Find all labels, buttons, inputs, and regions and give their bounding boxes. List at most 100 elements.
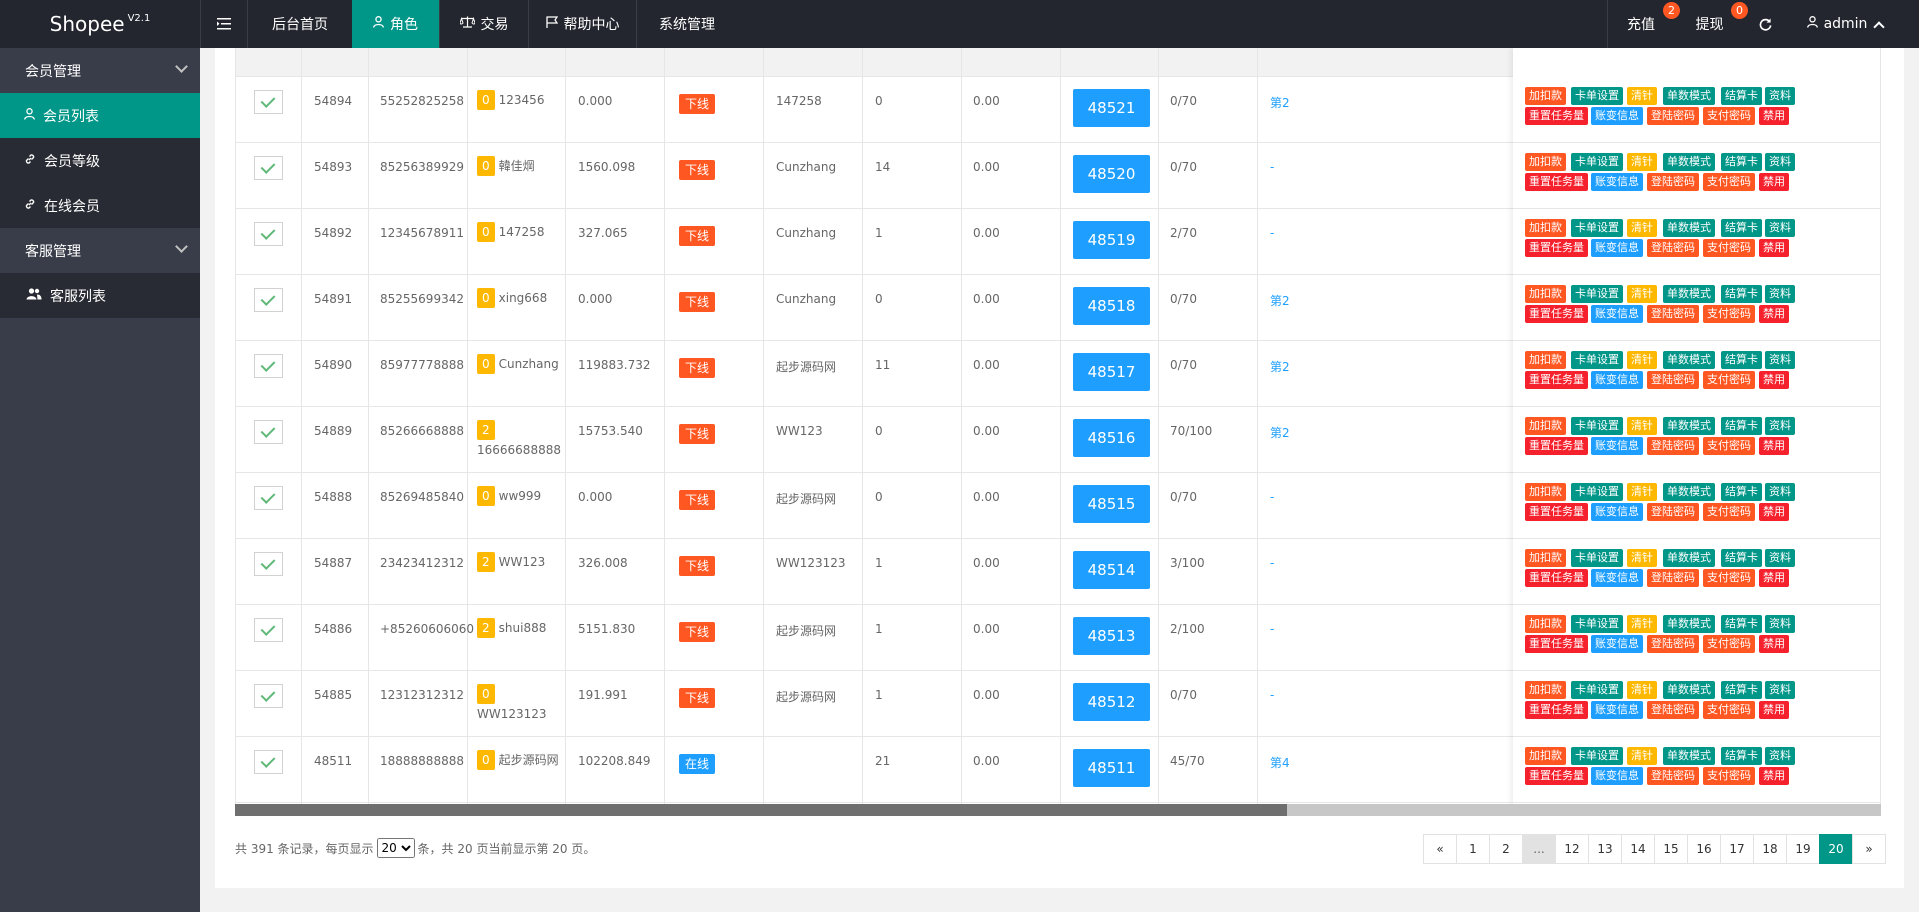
op-button[interactable]: 加扣款 — [1525, 219, 1566, 237]
op-button[interactable]: 账变信息 — [1591, 173, 1643, 191]
op-button[interactable]: 支付密码 — [1703, 173, 1755, 191]
op-button[interactable]: 登陆密码 — [1647, 239, 1699, 257]
op-button[interactable]: 禁用 — [1759, 503, 1789, 521]
refresh-icon[interactable] — [1745, 0, 1785, 48]
op-button[interactable]: 禁用 — [1759, 701, 1789, 719]
op-button[interactable]: 加扣款 — [1525, 747, 1566, 765]
op-button[interactable]: 资料 — [1765, 549, 1795, 567]
op-button[interactable]: 卡单设置 — [1571, 549, 1623, 567]
member-code-button[interactable]: 48518 — [1073, 287, 1150, 325]
op-button[interactable]: 清针 — [1627, 681, 1657, 699]
member-extra-link[interactable]: 第4 — [1270, 754, 1290, 771]
row-checkbox[interactable] — [254, 552, 283, 576]
op-button[interactable]: 禁用 — [1759, 635, 1789, 653]
pager-page[interactable]: 20 — [1819, 834, 1853, 864]
op-button[interactable]: 加扣款 — [1525, 549, 1566, 567]
member-extra-link[interactable]: 第2 — [1270, 358, 1290, 375]
op-button[interactable]: 加扣款 — [1525, 153, 1566, 171]
row-checkbox[interactable] — [254, 90, 283, 114]
op-button[interactable]: 结算卡 — [1721, 351, 1762, 369]
op-button[interactable]: 卡单设置 — [1571, 87, 1623, 105]
pager-page[interactable]: 2 — [1489, 834, 1523, 864]
op-button[interactable]: 登陆密码 — [1647, 437, 1699, 455]
op-button[interactable]: 支付密码 — [1703, 305, 1755, 323]
op-button[interactable]: 支付密码 — [1703, 569, 1755, 587]
op-button[interactable]: 单数模式 — [1663, 615, 1715, 633]
pager-page[interactable]: 13 — [1588, 834, 1622, 864]
op-button[interactable]: 登陆密码 — [1647, 107, 1699, 125]
pager-page[interactable]: ... — [1522, 834, 1556, 864]
op-button[interactable]: 单数模式 — [1663, 483, 1715, 501]
op-button[interactable]: 清针 — [1627, 417, 1657, 435]
admin-menu[interactable]: admin — [1785, 0, 1905, 48]
scrollbar-thumb[interactable] — [235, 804, 1287, 816]
op-button[interactable]: 账变信息 — [1591, 437, 1643, 455]
op-button[interactable]: 账变信息 — [1591, 371, 1643, 389]
op-button[interactable]: 结算卡 — [1721, 285, 1762, 303]
op-button[interactable]: 重置任务量 — [1525, 173, 1588, 191]
op-button[interactable]: 重置任务量 — [1525, 107, 1588, 125]
op-button[interactable]: 加扣款 — [1525, 681, 1566, 699]
topnav-item-2[interactable]: 交易 — [439, 0, 528, 48]
op-button[interactable]: 单数模式 — [1663, 747, 1715, 765]
member-extra-link[interactable]: - — [1270, 688, 1274, 702]
row-checkbox[interactable] — [254, 618, 283, 642]
op-button[interactable]: 登陆密码 — [1647, 767, 1699, 785]
op-button[interactable]: 登陆密码 — [1647, 701, 1699, 719]
op-button[interactable]: 清针 — [1627, 219, 1657, 237]
op-button[interactable]: 资料 — [1765, 87, 1795, 105]
op-button[interactable]: 账变信息 — [1591, 503, 1643, 521]
op-button[interactable]: 结算卡 — [1721, 219, 1762, 237]
member-code-button[interactable]: 48517 — [1073, 353, 1150, 391]
op-button[interactable]: 禁用 — [1759, 239, 1789, 257]
op-button[interactable]: 结算卡 — [1721, 483, 1762, 501]
row-checkbox[interactable] — [254, 684, 283, 708]
op-button[interactable]: 支付密码 — [1703, 503, 1755, 521]
op-button[interactable]: 账变信息 — [1591, 701, 1643, 719]
op-button[interactable]: 禁用 — [1759, 437, 1789, 455]
op-button[interactable]: 加扣款 — [1525, 483, 1566, 501]
member-extra-link[interactable]: - — [1270, 556, 1274, 570]
op-button[interactable]: 禁用 — [1759, 305, 1789, 323]
op-button[interactable]: 重置任务量 — [1525, 437, 1588, 455]
topnav-item-3[interactable]: 帮助中心 — [528, 0, 636, 48]
topnav-item-4[interactable]: 系统管理 — [636, 0, 737, 48]
op-button[interactable]: 登陆密码 — [1647, 305, 1699, 323]
menu-fold-icon[interactable] — [200, 0, 247, 48]
op-button[interactable]: 单数模式 — [1663, 351, 1715, 369]
row-checkbox[interactable] — [254, 420, 283, 444]
op-button[interactable]: 资料 — [1765, 681, 1795, 699]
op-button[interactable]: 单数模式 — [1663, 87, 1715, 105]
op-button[interactable]: 支付密码 — [1703, 371, 1755, 389]
op-button[interactable]: 登陆密码 — [1647, 371, 1699, 389]
recharge-button[interactable]: 充值 2 — [1607, 0, 1680, 48]
op-button[interactable]: 资料 — [1765, 153, 1795, 171]
member-extra-link[interactable]: 第2 — [1270, 424, 1290, 441]
op-button[interactable]: 账变信息 — [1591, 569, 1643, 587]
op-button[interactable]: 登陆密码 — [1647, 503, 1699, 521]
member-code-button[interactable]: 48515 — [1073, 485, 1150, 523]
op-button[interactable]: 结算卡 — [1721, 153, 1762, 171]
op-button[interactable]: 重置任务量 — [1525, 305, 1588, 323]
op-button[interactable]: 账变信息 — [1591, 305, 1643, 323]
op-button[interactable]: 重置任务量 — [1525, 569, 1588, 587]
op-button[interactable]: 清针 — [1627, 747, 1657, 765]
op-button[interactable]: 加扣款 — [1525, 615, 1566, 633]
op-button[interactable]: 重置任务量 — [1525, 767, 1588, 785]
op-button[interactable]: 加扣款 — [1525, 417, 1566, 435]
op-button[interactable]: 资料 — [1765, 285, 1795, 303]
member-code-button[interactable]: 48511 — [1073, 749, 1150, 787]
pager-page[interactable]: 1 — [1456, 834, 1490, 864]
op-button[interactable]: 结算卡 — [1721, 549, 1762, 567]
op-button[interactable]: 结算卡 — [1721, 681, 1762, 699]
op-button[interactable]: 卡单设置 — [1571, 483, 1623, 501]
op-button[interactable]: 禁用 — [1759, 107, 1789, 125]
op-button[interactable]: 禁用 — [1759, 767, 1789, 785]
op-button[interactable]: 加扣款 — [1525, 351, 1566, 369]
op-button[interactable]: 加扣款 — [1525, 285, 1566, 303]
op-button[interactable]: 登陆密码 — [1647, 569, 1699, 587]
row-checkbox[interactable] — [254, 288, 283, 312]
pager-page[interactable]: 18 — [1753, 834, 1787, 864]
pager-page[interactable]: 16 — [1687, 834, 1721, 864]
op-button[interactable]: 清针 — [1627, 87, 1657, 105]
